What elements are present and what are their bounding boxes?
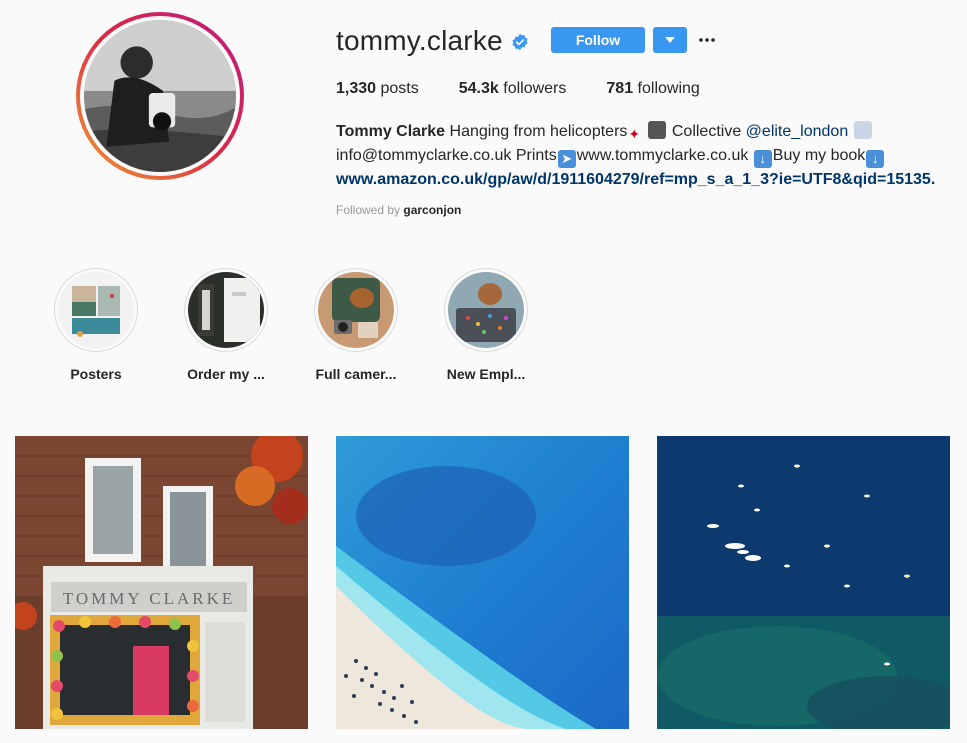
avatar-image bbox=[84, 20, 236, 172]
bio-text-collective: Collective bbox=[671, 123, 742, 140]
highlight-new-employee[interactable]: New Empl... bbox=[436, 268, 536, 382]
username: tommy.clarke bbox=[336, 25, 503, 56]
posts-stat: 1,330 posts bbox=[336, 80, 419, 98]
more-options-icon bbox=[699, 38, 715, 42]
following-label: following bbox=[637, 80, 700, 97]
highlight-label: Order my ... bbox=[187, 366, 265, 382]
full-name: Tommy Clarke bbox=[336, 123, 446, 140]
down-arrow-icon: ↓ bbox=[753, 150, 772, 168]
bio-mention-link[interactable]: @elite_london bbox=[746, 123, 849, 140]
highlight-cover bbox=[448, 272, 524, 348]
profile-avatar[interactable] bbox=[76, 12, 244, 180]
followed-by-label: Followed by bbox=[336, 203, 401, 217]
post-thumbnail-beach[interactable] bbox=[336, 436, 629, 729]
camera-icon bbox=[648, 121, 667, 139]
bio-external-link[interactable]: www.amazon.co.uk/gp/aw/d/1911604279/ref=… bbox=[336, 168, 936, 192]
follow-button[interactable]: Follow bbox=[551, 27, 645, 53]
bio-text-2b: www.tommyclarke.co.uk bbox=[576, 147, 749, 164]
highlight-label: New Empl... bbox=[446, 366, 526, 382]
bio-line-1: Tommy Clarke Hanging from helicopters✦ C… bbox=[336, 120, 936, 144]
followers-stat[interactable]: 54.3k followers bbox=[459, 80, 567, 98]
profile-bio: Tommy Clarke Hanging from helicopters✦ C… bbox=[336, 120, 936, 192]
envelope-icon bbox=[853, 121, 872, 139]
profile-stats: 1,330 posts 54.3k followers 781 followin… bbox=[336, 80, 740, 98]
right-arrow-icon: ➤ bbox=[557, 150, 576, 168]
bio-text-1: Hanging from helicopters bbox=[449, 123, 628, 140]
post-thumbnail-surfers[interactable] bbox=[657, 436, 950, 729]
bio-text-2c: Buy my book bbox=[772, 147, 866, 164]
highlight-cover bbox=[318, 272, 394, 348]
followers-label: followers bbox=[503, 80, 567, 97]
highlight-label: Posters bbox=[70, 366, 122, 382]
bio-text-2a: info@tommyclarke.co.uk Prints bbox=[336, 147, 557, 164]
posts-count: 1,330 bbox=[336, 80, 377, 97]
highlight-order-book[interactable]: Order my ... bbox=[176, 268, 276, 382]
svg-text:TOMMY CLARKE: TOMMY CLARKE bbox=[63, 589, 235, 608]
profile-page: tommy.clarke Follow 1,330 posts 54.3k fo… bbox=[0, 0, 967, 743]
highlight-full-camera[interactable]: Full camer... bbox=[306, 268, 406, 382]
helicopter-icon: ✦ bbox=[628, 126, 641, 142]
following-count: 781 bbox=[606, 80, 634, 97]
followed-by: Followed by garconjon bbox=[336, 203, 461, 217]
down-arrow-icon: ↓ bbox=[866, 150, 885, 168]
chevron-down-icon bbox=[665, 37, 675, 43]
following-stat[interactable]: 781 following bbox=[606, 80, 699, 98]
highlight-label: Full camer... bbox=[315, 366, 397, 382]
followed-by-user[interactable]: garconjon bbox=[403, 203, 461, 217]
highlight-posters[interactable]: Posters bbox=[46, 268, 146, 382]
post-thumbnail-shopfront[interactable]: TOMMY CLARKE bbox=[15, 436, 308, 729]
highlight-cover bbox=[188, 272, 264, 348]
username-row: tommy.clarke bbox=[336, 24, 529, 58]
highlight-cover bbox=[58, 272, 134, 348]
bio-line-2: info@tommyclarke.co.uk Prints ➤ www.tommyc… bbox=[336, 144, 936, 168]
followers-count: 54.3k bbox=[458, 80, 499, 97]
verified-badge-icon bbox=[512, 33, 528, 51]
posts-label: posts bbox=[380, 80, 419, 97]
more-options-button[interactable] bbox=[697, 28, 717, 52]
suggestions-dropdown-button[interactable] bbox=[653, 27, 687, 53]
